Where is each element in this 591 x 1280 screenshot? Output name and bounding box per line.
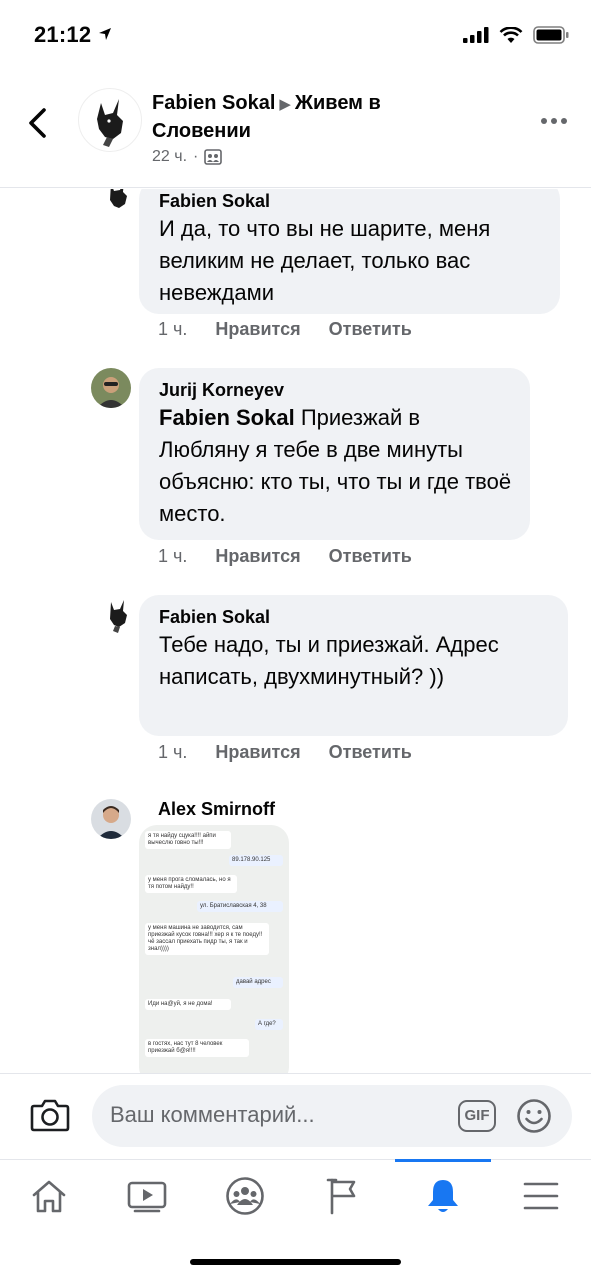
reply-button[interactable]: Ответить (329, 546, 412, 567)
tab-pages[interactable] (294, 1160, 392, 1232)
tab-notifications[interactable] (394, 1159, 492, 1232)
back-icon[interactable] (22, 106, 56, 140)
mention-link[interactable]: Fabien Sokal (159, 405, 295, 430)
notifications-icon (428, 1180, 458, 1212)
comment-author[interactable]: Fabien Sokal (159, 605, 550, 629)
gif-button[interactable]: GIF (458, 1100, 496, 1132)
video-icon (127, 1181, 167, 1213)
comment-image[interactable]: я тя найду сцука!!!! айпи вычеслю говно … (139, 825, 289, 1073)
comments-feed: Fabien Sokal И да, то что вы не шарите, … (0, 189, 591, 1073)
post-title: Fabien Sokal ▶ Живем в Словении (152, 90, 482, 145)
bottom-tab-bar (0, 1159, 591, 1231)
home-indicator[interactable] (190, 1259, 401, 1265)
group-privacy-icon (204, 149, 223, 165)
commenter-avatar[interactable] (99, 596, 139, 636)
chat-message: давай адрес (233, 977, 283, 988)
status-bar: 21:12 (0, 0, 591, 72)
person-avatar-icon (91, 368, 131, 408)
comment-time[interactable]: 1 ч. (158, 546, 187, 567)
post-meta: 22 ч. · (152, 148, 223, 166)
wifi-icon (499, 26, 523, 43)
chat-message: у меня машина не заводится, сам приезжай… (145, 923, 269, 955)
person-avatar-icon (91, 799, 131, 839)
tab-menu[interactable] (492, 1160, 590, 1232)
home-icon (32, 1180, 66, 1213)
comment-text: И да, то что вы не шарите, меня великим … (159, 216, 491, 305)
cellular-signal-icon (463, 27, 489, 43)
reply-button[interactable]: Ответить (329, 742, 412, 763)
post-author-name[interactable]: Fabien Sokal (152, 92, 275, 114)
menu-icon (523, 1182, 559, 1210)
comment-actions: 1 ч. Нравится Ответить (158, 319, 412, 340)
comment-actions: 1 ч. Нравится Ответить (158, 742, 412, 763)
comment-bubble: Fabien Sokal И да, то что вы не шарите, … (139, 189, 560, 314)
dog-avatar-icon (97, 99, 123, 147)
like-button[interactable]: Нравится (215, 742, 300, 763)
comment-time[interactable]: 1 ч. (158, 319, 187, 340)
comment-time[interactable]: 1 ч. (158, 742, 187, 763)
location-arrow-icon (98, 28, 111, 40)
arrow-right-icon: ▶ (279, 96, 291, 113)
camera-icon[interactable] (30, 1098, 70, 1132)
like-button[interactable]: Нравится (215, 546, 300, 567)
post-header: Fabien Sokal ▶ Живем в Словении 22 ч. · (0, 72, 591, 188)
comment-author[interactable]: Alex Smirnoff (158, 797, 275, 821)
chat-message: в гостях, нас тут 8 человек приезжай б@я… (145, 1039, 249, 1057)
reply-button[interactable]: Ответить (329, 319, 412, 340)
status-time: 21:12 (34, 22, 112, 48)
post-time[interactable]: 22 ч. (152, 148, 187, 166)
dot-separator: · (193, 148, 199, 165)
pages-icon (326, 1178, 356, 1215)
chat-message: я тя найду сцука!!!! айпи вычеслю говно … (145, 831, 231, 849)
chat-message: 89.178.90.125 (229, 855, 283, 866)
chat-message: ул. Братиславская 4, 38 (197, 901, 283, 912)
comment-bubble: Fabien Sokal Тебе надо, ты и приезжай. А… (139, 595, 568, 736)
chat-message: Иди на@уй, я не дома! (145, 999, 231, 1010)
comment-text: Тебе надо, ты и приезжай. Адрес написать… (159, 632, 499, 689)
commenter-avatar[interactable] (99, 189, 139, 217)
more-options-button[interactable] (541, 118, 567, 124)
chat-message: у меня прога сломалась, но я тя потом на… (145, 875, 237, 893)
tab-watch[interactable] (98, 1160, 196, 1232)
chat-message: А где? (255, 1019, 283, 1030)
commenter-avatar[interactable] (91, 368, 131, 408)
comment-placeholder: Ваш комментарий... (110, 1102, 315, 1127)
comment-author[interactable]: Jurij Korneyev (159, 378, 512, 402)
commenter-avatar[interactable] (91, 799, 131, 839)
tab-home[interactable] (0, 1160, 98, 1232)
author-avatar[interactable] (78, 88, 142, 152)
comment-bubble: Jurij Korneyev Fabien Sokal Приезжай в Л… (139, 368, 530, 540)
like-button[interactable]: Нравится (215, 319, 300, 340)
comment-actions: 1 ч. Нравится Ответить (158, 546, 412, 567)
comment-composer: Ваш комментарий... GIF (0, 1073, 591, 1159)
battery-icon (533, 26, 569, 44)
comment-input[interactable]: Ваш комментарий... GIF (92, 1085, 572, 1147)
emoji-icon[interactable] (516, 1098, 552, 1134)
dog-avatar-icon (110, 600, 127, 633)
comment-text: Fabien Sokal Приезжай в Любляну я тебе в… (159, 405, 512, 526)
comment-author[interactable]: Fabien Sokal (159, 189, 542, 213)
groups-icon (226, 1177, 264, 1215)
tab-groups[interactable] (196, 1160, 294, 1232)
dog-avatar-icon (110, 189, 127, 208)
